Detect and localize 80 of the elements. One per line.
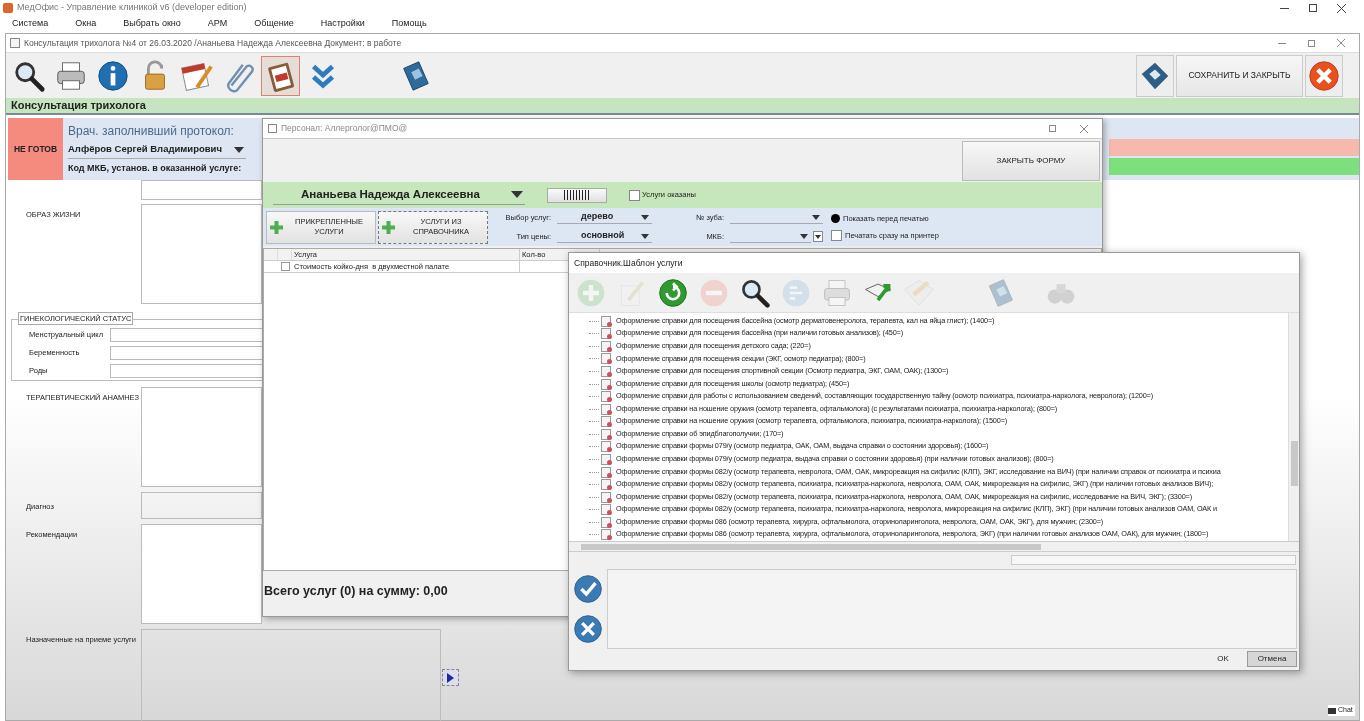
text-area[interactable] <box>141 387 262 487</box>
close-button[interactable] <box>1305 54 1343 97</box>
field-label: Врач. заполнивший протокол: <box>68 123 234 140</box>
dropdown-arrow-icon <box>234 146 244 153</box>
dropdown-arrow-icon <box>815 234 821 239</box>
close-icon <box>1308 59 1340 92</box>
field-label: Код МКБ, установ. в оказанной услуге: <box>68 162 242 175</box>
menu-item[interactable]: Окна <box>75 17 97 31</box>
scrollbar[interactable] <box>569 542 1299 552</box>
document-icon <box>10 38 20 48</box>
menu-item[interactable]: Настройки <box>320 17 365 31</box>
total-label: Всего услуг (0) на сумму: 0,00 <box>264 582 448 600</box>
text-field[interactable] <box>110 328 263 342</box>
save-and-close-button[interactable]: СОХРАНИТЬ И ЗАКРЫТЬ <box>1176 54 1303 97</box>
document-icon <box>601 366 611 378</box>
dropdown[interactable]: основной <box>557 230 652 243</box>
document-icon <box>601 378 611 390</box>
document-icon <box>601 340 611 352</box>
cross-icon <box>573 614 603 644</box>
barcode-button[interactable] <box>547 187 607 203</box>
checkmark-icon <box>573 574 603 604</box>
document-icon <box>601 479 611 491</box>
document-icon <box>601 491 611 503</box>
app-logo-icon <box>3 3 13 13</box>
plus-icon <box>270 220 283 234</box>
dropdown-arrow-icon <box>511 191 523 198</box>
refresh-icon <box>657 276 689 309</box>
document-icon <box>268 124 277 133</box>
dropdown-arrow-icon <box>641 214 649 220</box>
document-icon <box>601 441 611 453</box>
text-field[interactable] <box>110 346 263 360</box>
document-icon <box>601 403 611 415</box>
patient-dropdown[interactable]: Ананьева Надежда Алексеевна <box>273 185 525 205</box>
dialog-button[interactable]: Отмена <box>1247 650 1297 667</box>
dropdown-arrow-icon <box>641 233 649 239</box>
document-icon <box>601 328 611 340</box>
document-icon <box>601 391 611 403</box>
document-icon <box>601 453 611 465</box>
text-field[interactable] <box>1011 555 1296 565</box>
menu-item[interactable]: АРМ <box>207 17 228 31</box>
menu-item[interactable]: Помощь <box>391 17 427 31</box>
document-icon <box>601 428 611 440</box>
document-title: Консультация трихолога №4 от 26.03.2020 /Ананьева Надежда Алексеевна Документ: в работе <box>24 36 402 50</box>
play-icon <box>447 672 454 683</box>
scrollbar[interactable] <box>1288 313 1299 541</box>
confirm-button[interactable] <box>573 574 603 604</box>
section-heading: Консультация трихолога <box>6 98 1359 115</box>
document-icon <box>601 353 611 365</box>
document-icon <box>601 516 611 528</box>
play-button[interactable] <box>442 669 459 686</box>
maximize-icon[interactable] <box>1049 125 1056 132</box>
cancel-button[interactable] <box>573 614 603 644</box>
plus-icon <box>382 220 395 234</box>
text-field[interactable] <box>141 180 262 200</box>
dropdown-button[interactable] <box>813 231 823 242</box>
document-icon <box>601 416 611 428</box>
text-area[interactable] <box>141 524 262 624</box>
doctor-dropdown[interactable]: Алфёров Сергей Владимирович <box>68 141 246 159</box>
dropdown[interactable]: дерево <box>557 211 652 224</box>
barcode-icon <box>564 190 590 200</box>
status-badge: НЕ ГОТОВ <box>8 118 63 180</box>
minimize-icon[interactable] <box>1280 7 1289 9</box>
dialog-title: Персонал: Аллерголог@ПМО@ <box>281 122 408 135</box>
dialog-button[interactable]: OK <box>1203 650 1243 667</box>
app-title: МедОфис - Управление клиникой v6 (developer edition) <box>17 1 247 15</box>
checkbox[interactable] <box>280 262 290 271</box>
menu-item[interactable]: Общение <box>254 17 294 31</box>
restore-icon[interactable] <box>1309 4 1317 12</box>
close-icon[interactable] <box>1337 3 1346 13</box>
save-icon-button[interactable] <box>1136 54 1174 97</box>
menu-item[interactable]: Выбрать окно <box>123 17 181 31</box>
text-area[interactable] <box>141 204 262 304</box>
close-form-button[interactable]: ЗАКРЫТЬ ФОРМУ <box>962 140 1100 181</box>
document-icon <box>601 466 611 478</box>
document-icon <box>601 504 611 516</box>
info-icon <box>95 58 130 93</box>
text-field[interactable] <box>110 364 263 378</box>
text-area[interactable] <box>141 492 262 519</box>
menu-item[interactable]: Система <box>12 17 49 31</box>
dropdown-arrow-icon <box>812 214 820 220</box>
